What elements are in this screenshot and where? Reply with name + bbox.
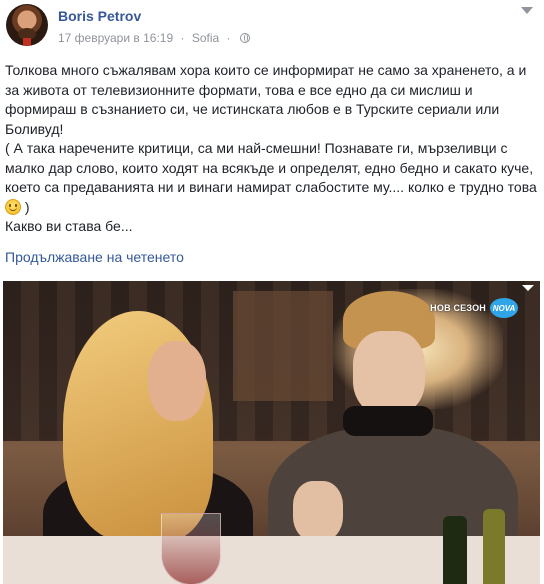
avatar[interactable] bbox=[6, 4, 48, 46]
post-paragraph: Толкова много съжалявам хора които се ин… bbox=[5, 62, 527, 137]
meta-separator: · bbox=[180, 31, 185, 45]
bottle-2 bbox=[483, 509, 505, 584]
man-figure-scarf bbox=[343, 406, 433, 436]
man-figure-hand bbox=[293, 481, 343, 541]
post-text: Толкова много съжалявам хора които се ин… bbox=[5, 61, 541, 237]
tv-channel-logo: НОВ СЕЗОН NOVA bbox=[430, 298, 518, 318]
closing-paren: ) bbox=[24, 198, 30, 215]
bottle bbox=[443, 516, 467, 584]
author-name[interactable]: Boris Petrov bbox=[58, 8, 141, 24]
post-paragraph-3: Какво ви става бе... bbox=[5, 218, 133, 234]
nova-logo: NOVA bbox=[490, 298, 518, 318]
facebook-post: Boris Petrov 17 февруари в 16:19 · Sofia… bbox=[0, 0, 544, 584]
post-location[interactable]: Sofia bbox=[192, 31, 219, 45]
post-paragraph-2-text: ( А така наречените критици, са ми най-с… bbox=[5, 140, 537, 195]
globe-icon[interactable] bbox=[239, 33, 250, 43]
wine-glass bbox=[161, 513, 221, 584]
post-meta: 17 февруари в 16:19 · Sofia · bbox=[58, 31, 250, 45]
post-photo[interactable]: НОВ СЕЗОН NOVA bbox=[3, 281, 540, 584]
woman-figure-face bbox=[148, 341, 206, 421]
man-figure-face bbox=[353, 331, 425, 415]
chevron-down-icon[interactable] bbox=[520, 6, 534, 16]
post-header: Boris Petrov 17 февруари в 16:19 · Sofia… bbox=[0, 0, 544, 56]
post-date[interactable]: 17 февруари в 16:19 bbox=[58, 31, 173, 45]
photo-menu-icon[interactable] bbox=[522, 285, 534, 293]
meta-separator-2: · bbox=[226, 31, 231, 45]
smile-icon bbox=[5, 198, 21, 215]
tv-channel-text: НОВ СЕЗОН bbox=[430, 303, 486, 313]
photo-background-window bbox=[233, 291, 333, 401]
post-paragraph-2: ( А така наречените критици, са ми най-с… bbox=[5, 139, 541, 217]
avatar-tie bbox=[23, 38, 31, 46]
read-more-link[interactable]: Продължаване на четенето bbox=[5, 249, 184, 265]
